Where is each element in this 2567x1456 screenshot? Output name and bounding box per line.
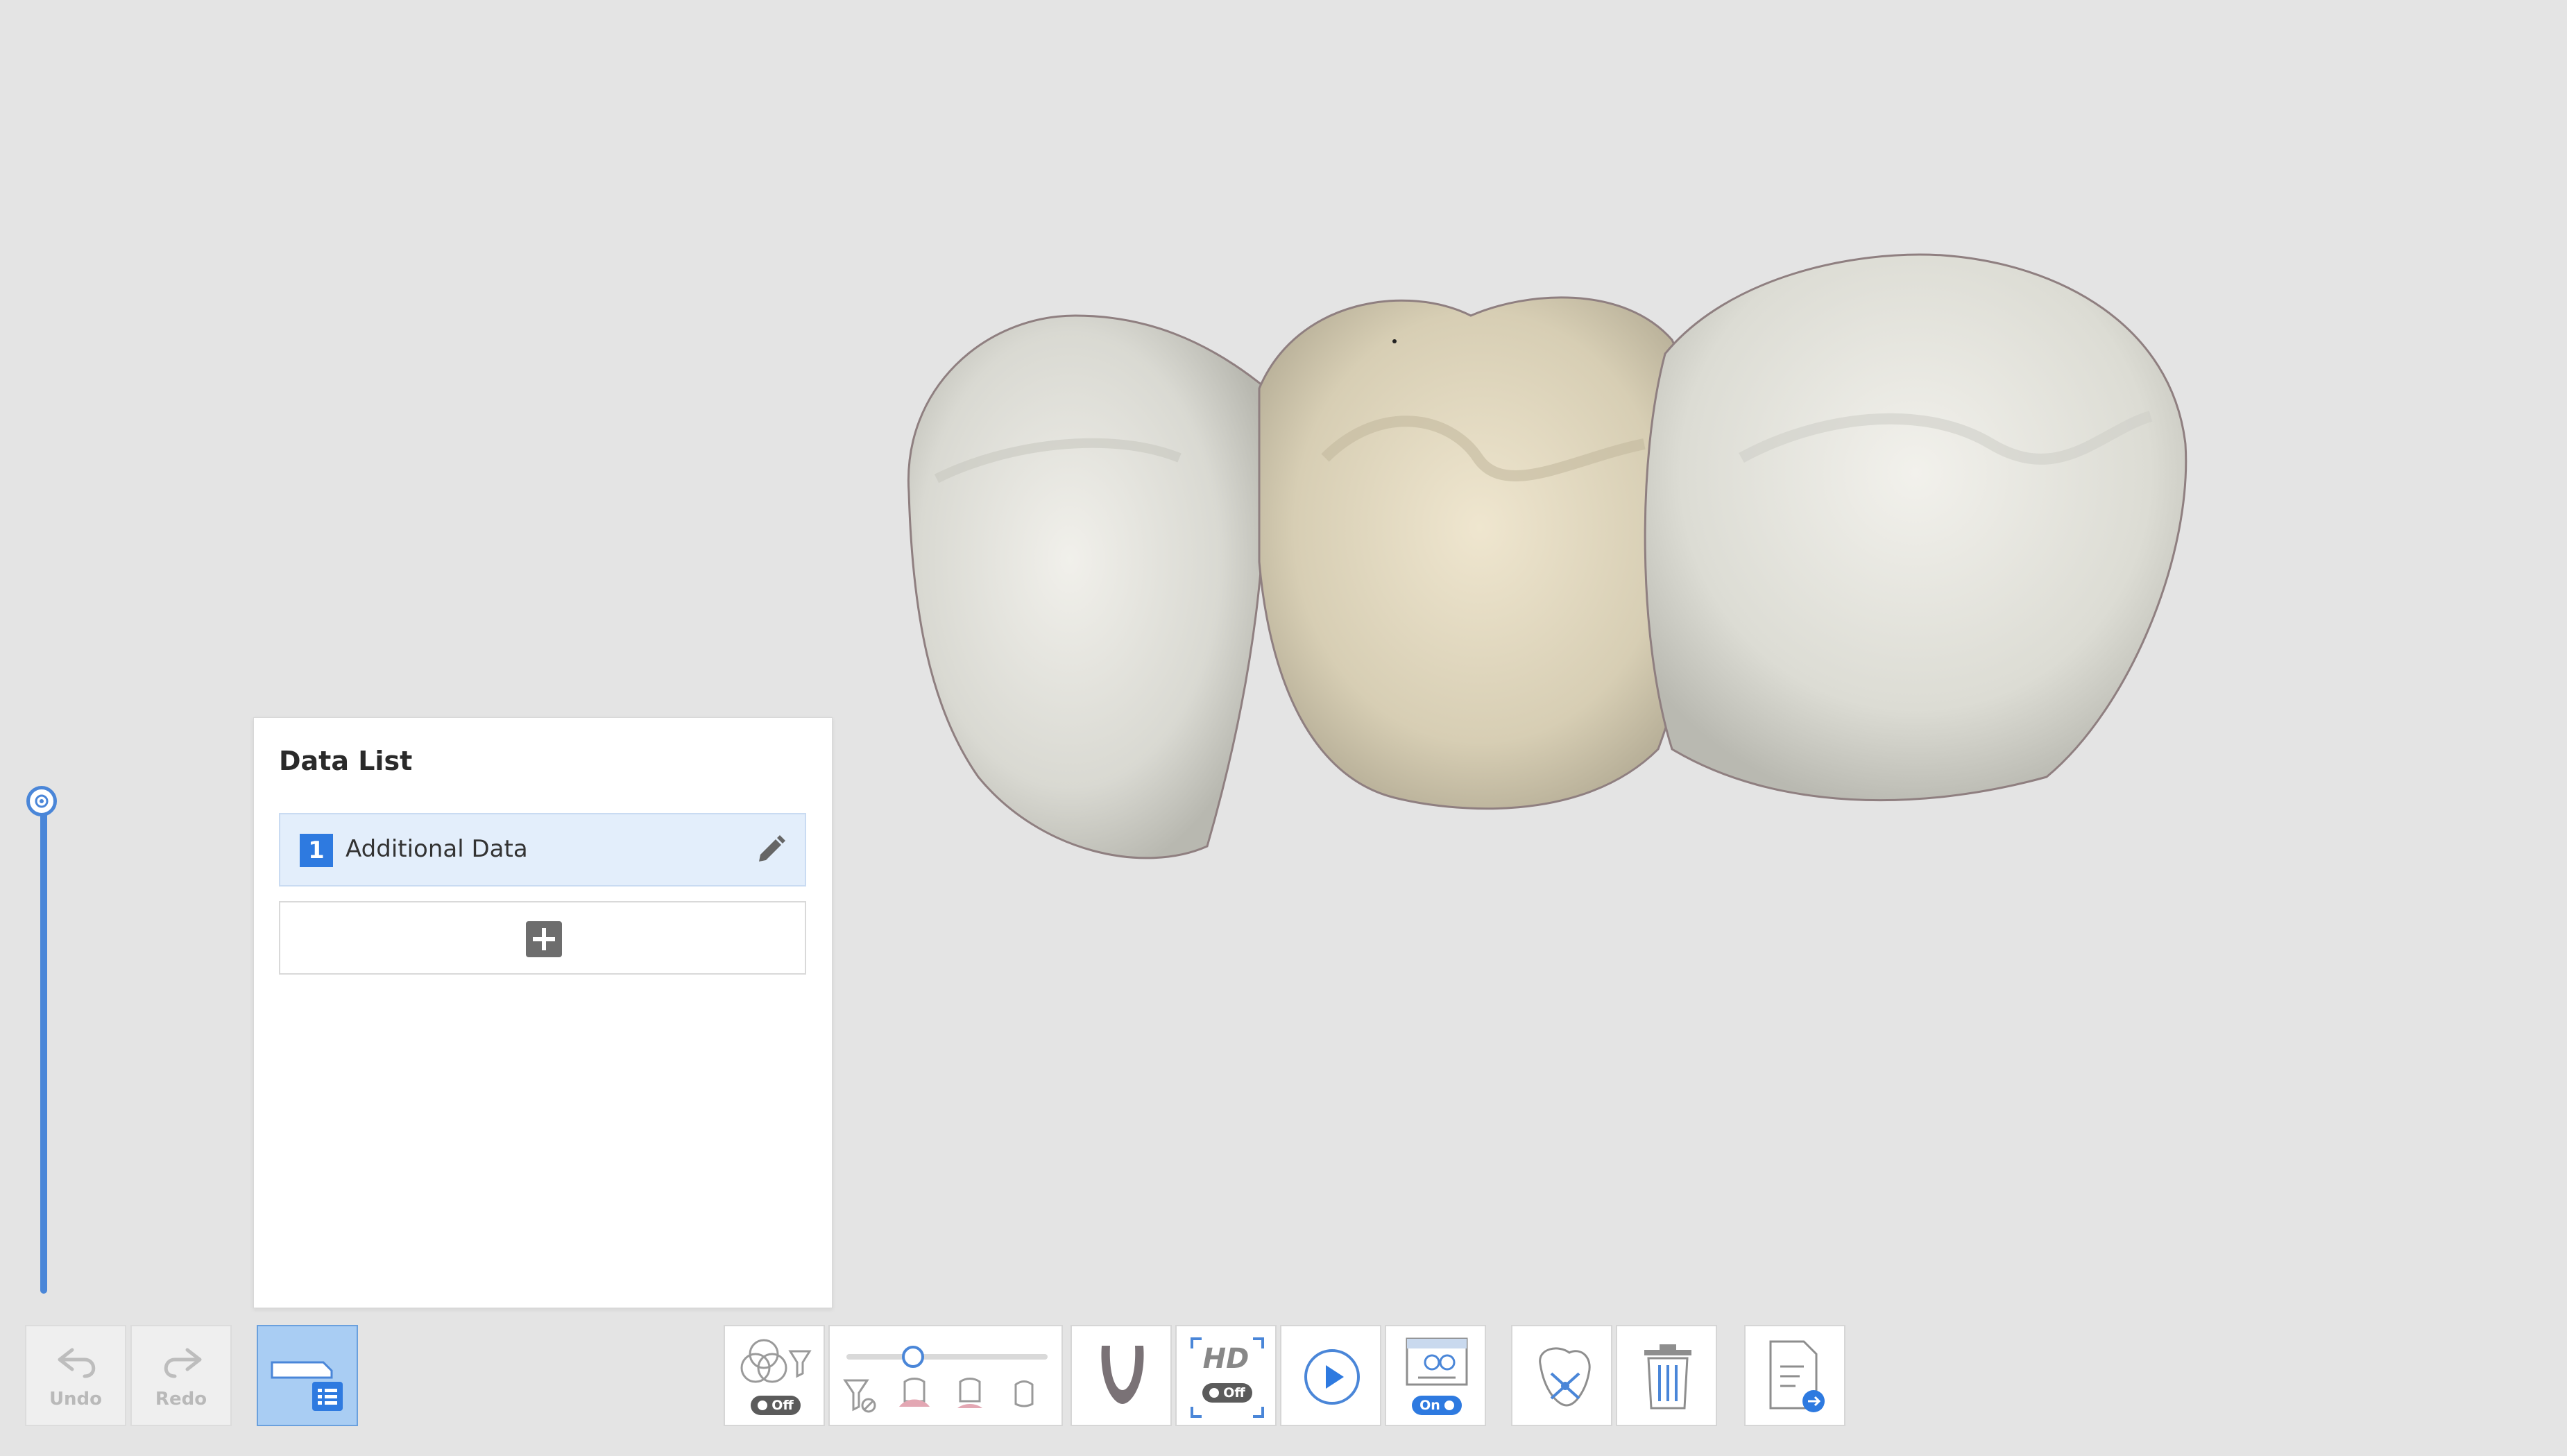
tooth-gum-icon: [899, 1378, 930, 1407]
filtering-level-control[interactable]: [828, 1325, 1063, 1426]
undo-button[interactable]: Undo: [25, 1325, 126, 1426]
play-icon: [1304, 1349, 1360, 1405]
hd-toggle-switch: Off: [1202, 1383, 1252, 1403]
slider-handle[interactable]: [26, 786, 57, 816]
brightness-slider-track[interactable]: [40, 801, 47, 1294]
data-list-item[interactable]: 1 Additional Data: [279, 813, 806, 887]
trash-icon: [1644, 1344, 1691, 1410]
document-export-icon: [1769, 1340, 1825, 1412]
hd-label: HD: [1202, 1343, 1250, 1375]
plus-icon: [526, 921, 562, 957]
hd-toggle-button[interactable]: HD Off: [1175, 1325, 1277, 1426]
undo-label: Undo: [49, 1389, 103, 1410]
delete-button[interactable]: [1616, 1325, 1717, 1426]
tooth-only-icon: [1014, 1380, 1034, 1407]
color-filter-icon: [740, 1339, 812, 1383]
tooth-trim-icon: [1539, 1347, 1591, 1407]
panel-title: Data List: [279, 746, 413, 776]
item-label: Additional Data: [346, 835, 528, 863]
tooth-gum-partial-icon: [957, 1378, 982, 1408]
redo-icon: [164, 1348, 202, 1378]
view-toggle-switch: On: [1412, 1396, 1462, 1415]
play-button[interactable]: [1280, 1325, 1381, 1426]
scanner-list-icon: [271, 1361, 343, 1411]
add-data-button[interactable]: [279, 901, 806, 975]
view-toggle-state: On: [1419, 1398, 1440, 1413]
view-toggle-button[interactable]: On: [1385, 1325, 1486, 1426]
filter-level-track[interactable]: [846, 1354, 1048, 1360]
redo-label: Redo: [155, 1389, 207, 1410]
data-list-toggle-button[interactable]: [257, 1325, 358, 1426]
arch-view-button[interactable]: [1071, 1325, 1172, 1426]
pencil-icon[interactable]: [751, 831, 790, 870]
filter-level-handle[interactable]: [902, 1346, 924, 1368]
hd-toggle-state: Off: [1223, 1385, 1245, 1401]
filter-toggle-state: Off: [771, 1398, 794, 1413]
data-list-panel: Data List 1 Additional Data: [253, 717, 833, 1308]
camera-view-icon: [1406, 1337, 1468, 1386]
filter-toggle-switch: Off: [751, 1396, 801, 1415]
tooth-scan-model[interactable]: [881, 250, 2199, 874]
jaw-arch-icon: [1101, 1346, 1144, 1404]
undo-icon: [58, 1348, 96, 1378]
gear-icon: [35, 794, 49, 808]
export-report-button[interactable]: [1744, 1325, 1845, 1426]
filter-off-icon: [843, 1379, 876, 1413]
redo-button[interactable]: Redo: [130, 1325, 232, 1426]
item-index-badge: 1: [300, 834, 333, 867]
lock-trim-button[interactable]: [1511, 1325, 1612, 1426]
filter-toggle-button[interactable]: Off: [724, 1325, 825, 1426]
